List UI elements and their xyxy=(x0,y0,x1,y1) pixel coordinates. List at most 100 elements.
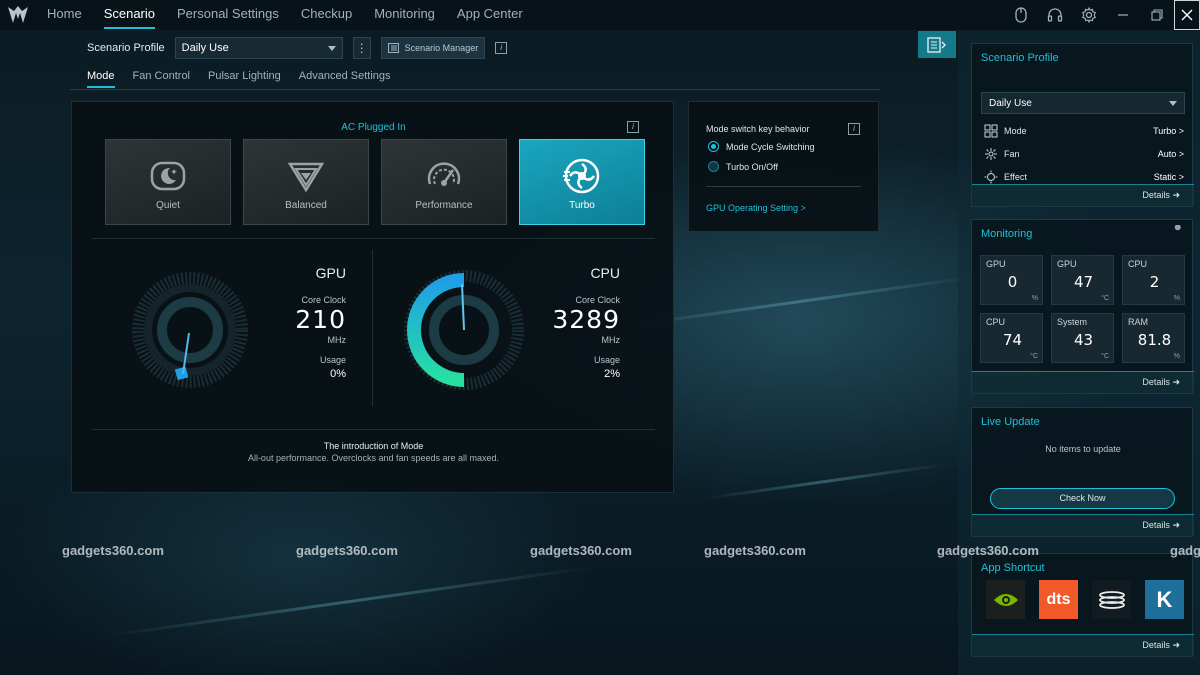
info-icon[interactable]: i xyxy=(627,121,639,133)
scenario-subtabs: Mode Fan Control Pulsar Lighting Advance… xyxy=(87,70,391,88)
dts-icon[interactable]: dts xyxy=(1039,580,1078,619)
nav-home[interactable]: Home xyxy=(36,0,93,30)
monitor-unit: °C xyxy=(1030,353,1038,360)
card-footer: Details ➜ xyxy=(972,371,1194,393)
watermark-text: gadgets360.com xyxy=(937,543,1039,558)
details-link[interactable]: Details ➜ xyxy=(1142,377,1180,388)
nav-monitoring[interactable]: Monitoring xyxy=(363,0,446,30)
details-label: Details xyxy=(1142,640,1170,650)
sidebar-mode-row[interactable]: Mode Turbo > xyxy=(984,124,1184,138)
monitor-value: 2 xyxy=(1149,273,1160,291)
sidebar-effect-row[interactable]: Effect Static > xyxy=(984,170,1184,184)
scenario-profile-select[interactable]: Daily Use xyxy=(174,37,343,59)
tab-mode[interactable]: Mode xyxy=(87,70,115,88)
gpu-usage-label: Usage xyxy=(319,355,346,365)
info-icon[interactable]: i xyxy=(495,42,508,54)
tab-fan-control[interactable]: Fan Control xyxy=(133,70,190,88)
details-label: Details xyxy=(1142,377,1170,387)
mode-card-performance[interactable]: Performance xyxy=(381,139,507,225)
gpu-clock-label: Core Clock xyxy=(301,295,346,305)
arrow-right-icon: ➜ xyxy=(1172,190,1180,200)
mode-label: Performance xyxy=(415,200,473,211)
watermark-text: gadgets360.com xyxy=(296,543,398,558)
gpu-title: GPU xyxy=(315,265,346,281)
quiet-icon xyxy=(150,161,186,191)
arrow-right-icon: ➜ xyxy=(1172,520,1180,530)
tab-pulsar-lighting[interactable]: Pulsar Lighting xyxy=(208,70,281,88)
fan-icon xyxy=(985,148,997,160)
row-value: Turbo > xyxy=(1153,126,1184,136)
check-now-button[interactable]: Check Now xyxy=(990,488,1175,509)
monitor-value: 47 xyxy=(1073,273,1094,291)
nav-scenario[interactable]: Scenario xyxy=(93,0,166,30)
monitor-unit: % xyxy=(1173,353,1180,360)
monitor-gpu-temp: GPU 47 °C xyxy=(1051,255,1114,305)
bg-streak xyxy=(701,462,949,501)
monitor-unit: % xyxy=(1173,295,1180,302)
wrench-icon[interactable] xyxy=(1172,225,1184,237)
sidebar-profile-value: Daily Use xyxy=(989,97,1032,109)
details-link[interactable]: Details ➜ xyxy=(1142,520,1180,531)
mode-label: Balanced xyxy=(285,200,327,211)
scenario-profile-row: Scenario Profile Daily Use ⋮ Scenario Ma… xyxy=(87,37,508,59)
more-options-icon[interactable]: ⋮ xyxy=(352,37,371,59)
details-link[interactable]: Details ➜ xyxy=(1142,190,1180,201)
mode-card-balanced[interactable]: Balanced xyxy=(243,139,369,225)
card-title: Scenario Profile xyxy=(981,52,1059,64)
list-icon xyxy=(387,43,399,53)
killer-icon[interactable]: K xyxy=(1145,580,1184,619)
mode-intro-description: All-out performance. Overclocks and fan … xyxy=(247,453,500,463)
monitor-cpu-usage: CPU 2 % xyxy=(1122,255,1185,305)
monitor-label: System xyxy=(1057,317,1088,327)
cpu-usage-value: 2% xyxy=(604,368,620,380)
nav-personal-settings[interactable]: Personal Settings xyxy=(166,0,290,30)
headset-icon[interactable] xyxy=(1038,0,1072,30)
sidebar-profile-select[interactable]: Daily Use xyxy=(981,92,1185,114)
monitor-cpu-temp: CPU 74 °C xyxy=(980,313,1043,363)
monitor-system-temp: System 43 °C xyxy=(1051,313,1114,363)
nav-app-center[interactable]: App Center xyxy=(446,0,534,30)
mode-label: Turbo xyxy=(569,200,595,211)
gpu-operating-setting-link[interactable]: GPU Operating Setting > xyxy=(706,203,806,213)
mouse-icon[interactable] xyxy=(1004,0,1038,30)
info-icon[interactable]: i xyxy=(848,123,860,135)
cpu-clock-label: Core Clock xyxy=(575,295,620,305)
mode-card-quiet[interactable]: Quiet xyxy=(105,139,231,225)
sidebar-toggle-button[interactable] xyxy=(918,31,956,58)
bg-streak xyxy=(621,274,979,329)
details-link[interactable]: Details ➜ xyxy=(1142,640,1180,651)
monitor-unit: °C xyxy=(1101,353,1109,360)
radio-turbo-on-off[interactable]: Turbo On/Off xyxy=(708,161,778,172)
card-footer: Details ➜ xyxy=(972,184,1194,206)
radio-mode-cycle-switching[interactable]: Mode Cycle Switching xyxy=(708,141,815,152)
scenario-manager-button[interactable]: Scenario Manager xyxy=(380,37,486,59)
sidebar-fan-row[interactable]: Fan Auto > xyxy=(984,147,1184,161)
arrow-right-icon: ➜ xyxy=(1172,640,1180,650)
chevron-down-icon xyxy=(1169,100,1177,106)
scenario-manager-label: Scenario Manager xyxy=(404,43,479,53)
scenario-profile-value: Daily Use xyxy=(181,42,229,54)
nav-checkup[interactable]: Checkup xyxy=(290,0,363,30)
effect-icon xyxy=(984,170,998,184)
details-label: Details xyxy=(1142,520,1170,530)
card-title: App Shortcut xyxy=(981,562,1045,574)
row-value: Auto > xyxy=(1157,149,1184,159)
restore-icon[interactable] xyxy=(1140,0,1174,30)
subtab-divider xyxy=(70,89,880,90)
predator-logo-icon xyxy=(0,0,36,30)
settings-icon[interactable] xyxy=(1072,0,1106,30)
watermark-text: gadgets360.com xyxy=(62,543,164,558)
gpu-usage-value: 0% xyxy=(330,368,346,380)
monitor-unit: % xyxy=(1031,295,1038,302)
tab-advanced-settings[interactable]: Advanced Settings xyxy=(299,70,391,88)
mode-card-turbo[interactable]: Turbo xyxy=(519,139,645,225)
close-icon[interactable] xyxy=(1174,0,1200,30)
monitor-unit: °C xyxy=(1101,295,1109,302)
gpu-clock-unit: MHz xyxy=(327,335,347,345)
behavior-title: Mode switch key behavior xyxy=(706,124,810,134)
minimize-icon[interactable] xyxy=(1106,0,1140,30)
nvidia-icon[interactable] xyxy=(986,580,1025,619)
app-coil-icon[interactable] xyxy=(1092,580,1131,619)
app-shortcut-list: dts K xyxy=(986,580,1184,619)
watermark-text: gadgets360.com xyxy=(704,543,806,558)
